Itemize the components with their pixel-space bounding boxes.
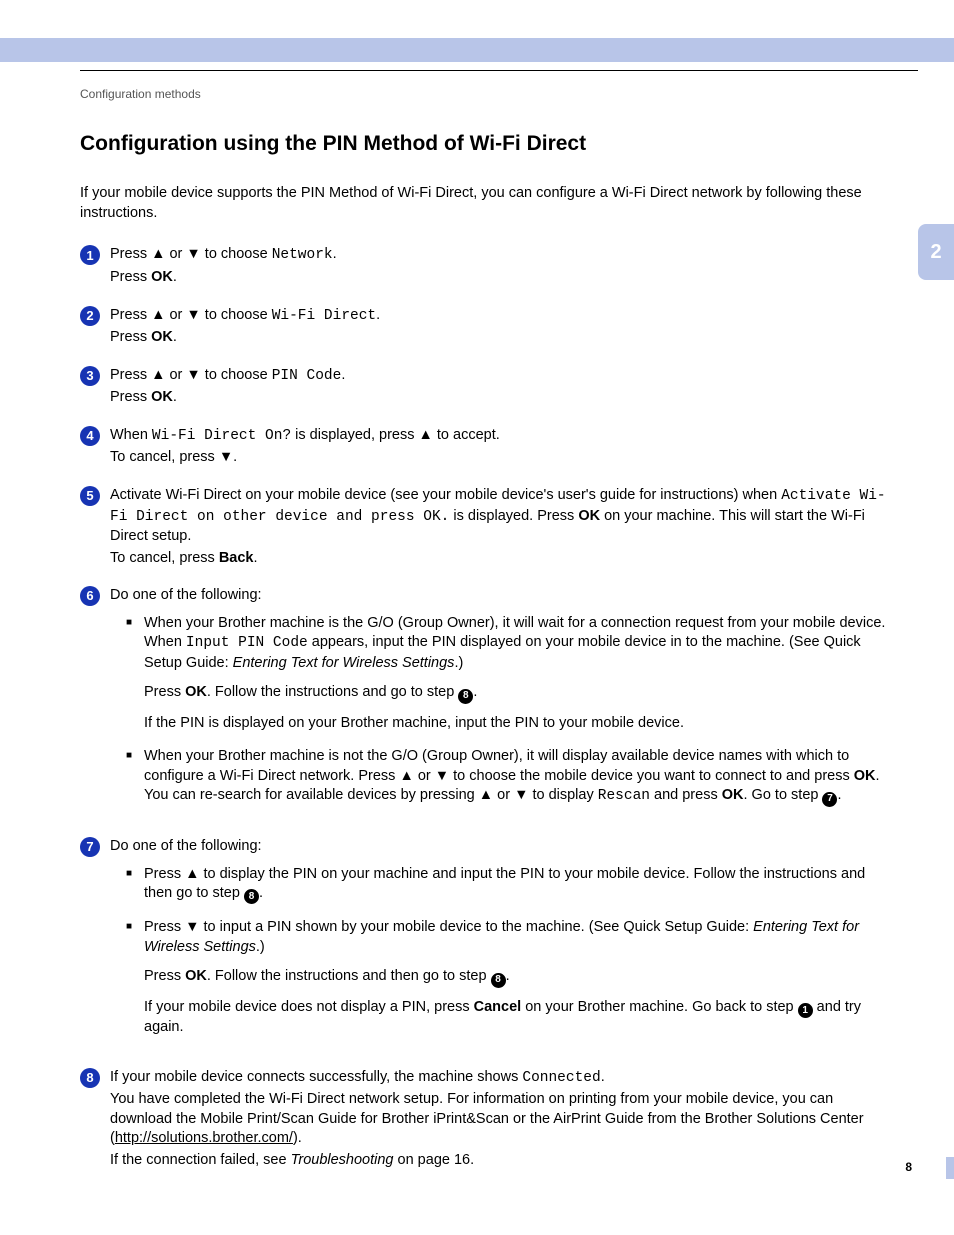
step-ref-icon: 7 [822,792,837,807]
solutions-link[interactable]: http://solutions.brother.com/ [115,1130,293,1146]
down-arrow-icon: ▼ [186,307,200,323]
up-arrow-icon: ▲ [151,307,165,323]
step-line: Activate Wi-Fi Direct on your mobile dev… [110,486,894,547]
step-line: Do one of the following: [110,837,894,857]
bullet-item: When your Brother machine is not the G/O… [126,747,894,807]
intro-paragraph: If your mobile device supports the PIN M… [80,184,894,223]
step-line: Press ▲ or ▼ to choose Network. [110,245,894,266]
down-arrow-icon: ▼ [435,768,449,784]
step-line: To cancel, press Back. [110,549,894,569]
step-line: If the connection failed, see Troublesho… [110,1151,894,1171]
page-number-tab [946,1157,954,1179]
step-line: Do one of the following: [110,586,894,606]
step-8: 8 If your mobile device connects success… [80,1068,894,1173]
step-number-badge: 4 [80,426,100,446]
up-arrow-icon: ▲ [185,866,199,882]
step-ref-icon: 8 [491,973,506,988]
step-1: 1 Press ▲ or ▼ to choose Network. Press … [80,245,894,289]
chapter-tab: 2 [918,224,954,280]
step-number-badge: 8 [80,1068,100,1088]
step-line: Press OK. [110,388,894,408]
header-bar [0,38,954,62]
page-number: 8 [905,1159,912,1175]
step-number-badge: 2 [80,306,100,326]
down-arrow-icon: ▼ [185,919,199,935]
step-number-badge: 7 [80,837,100,857]
step-7: 7 Do one of the following: Press ▲ to di… [80,837,894,1052]
up-arrow-icon: ▲ [399,768,413,784]
step-ref-icon: 1 [798,1003,813,1018]
up-arrow-icon: ▲ [419,427,433,443]
bullet-item: Press ▼ to input a PIN shown by your mob… [126,918,894,1037]
step-4: 4 When Wi-Fi Direct On? is displayed, pr… [80,426,894,470]
step-5: 5 Activate Wi-Fi Direct on your mobile d… [80,486,894,570]
step-line: When Wi-Fi Direct On? is displayed, pres… [110,426,894,447]
breadcrumb: Configuration methods [80,86,201,102]
step-line: Press OK. [110,328,894,348]
page-content: Configuration using the PIN Method of Wi… [80,130,894,1188]
step-number-badge: 3 [80,366,100,386]
step-line: Press ▲ or ▼ to choose Wi-Fi Direct. [110,306,894,327]
bullet-item: When your Brother machine is the G/O (Gr… [126,614,894,734]
down-arrow-icon: ▼ [514,787,528,803]
step-2: 2 Press ▲ or ▼ to choose Wi-Fi Direct. P… [80,306,894,350]
up-arrow-icon: ▲ [151,246,165,262]
page-title: Configuration using the PIN Method of Wi… [80,130,894,158]
step-number-badge: 5 [80,486,100,506]
step-6: 6 Do one of the following: When your Bro… [80,586,894,821]
up-arrow-icon: ▲ [151,367,165,383]
down-arrow-icon: ▼ [219,449,233,465]
bullet-item: Press ▲ to display the PIN on your machi… [126,865,894,905]
step-line: If your mobile device connects successfu… [110,1068,894,1089]
step-ref-icon: 8 [244,889,259,904]
step-number-badge: 1 [80,245,100,265]
step-ref-icon: 8 [458,689,473,704]
down-arrow-icon: ▼ [186,246,200,262]
step-line: You have completed the Wi-Fi Direct netw… [110,1090,894,1149]
step-line: To cancel, press ▼. [110,448,894,468]
header-rule [80,70,918,71]
step-3: 3 Press ▲ or ▼ to choose PIN Code. Press… [80,366,894,410]
down-arrow-icon: ▼ [186,367,200,383]
step-line: Press OK. [110,268,894,288]
step-line: Press ▲ or ▼ to choose PIN Code. [110,366,894,387]
step-number-badge: 6 [80,586,100,606]
up-arrow-icon: ▲ [479,787,493,803]
